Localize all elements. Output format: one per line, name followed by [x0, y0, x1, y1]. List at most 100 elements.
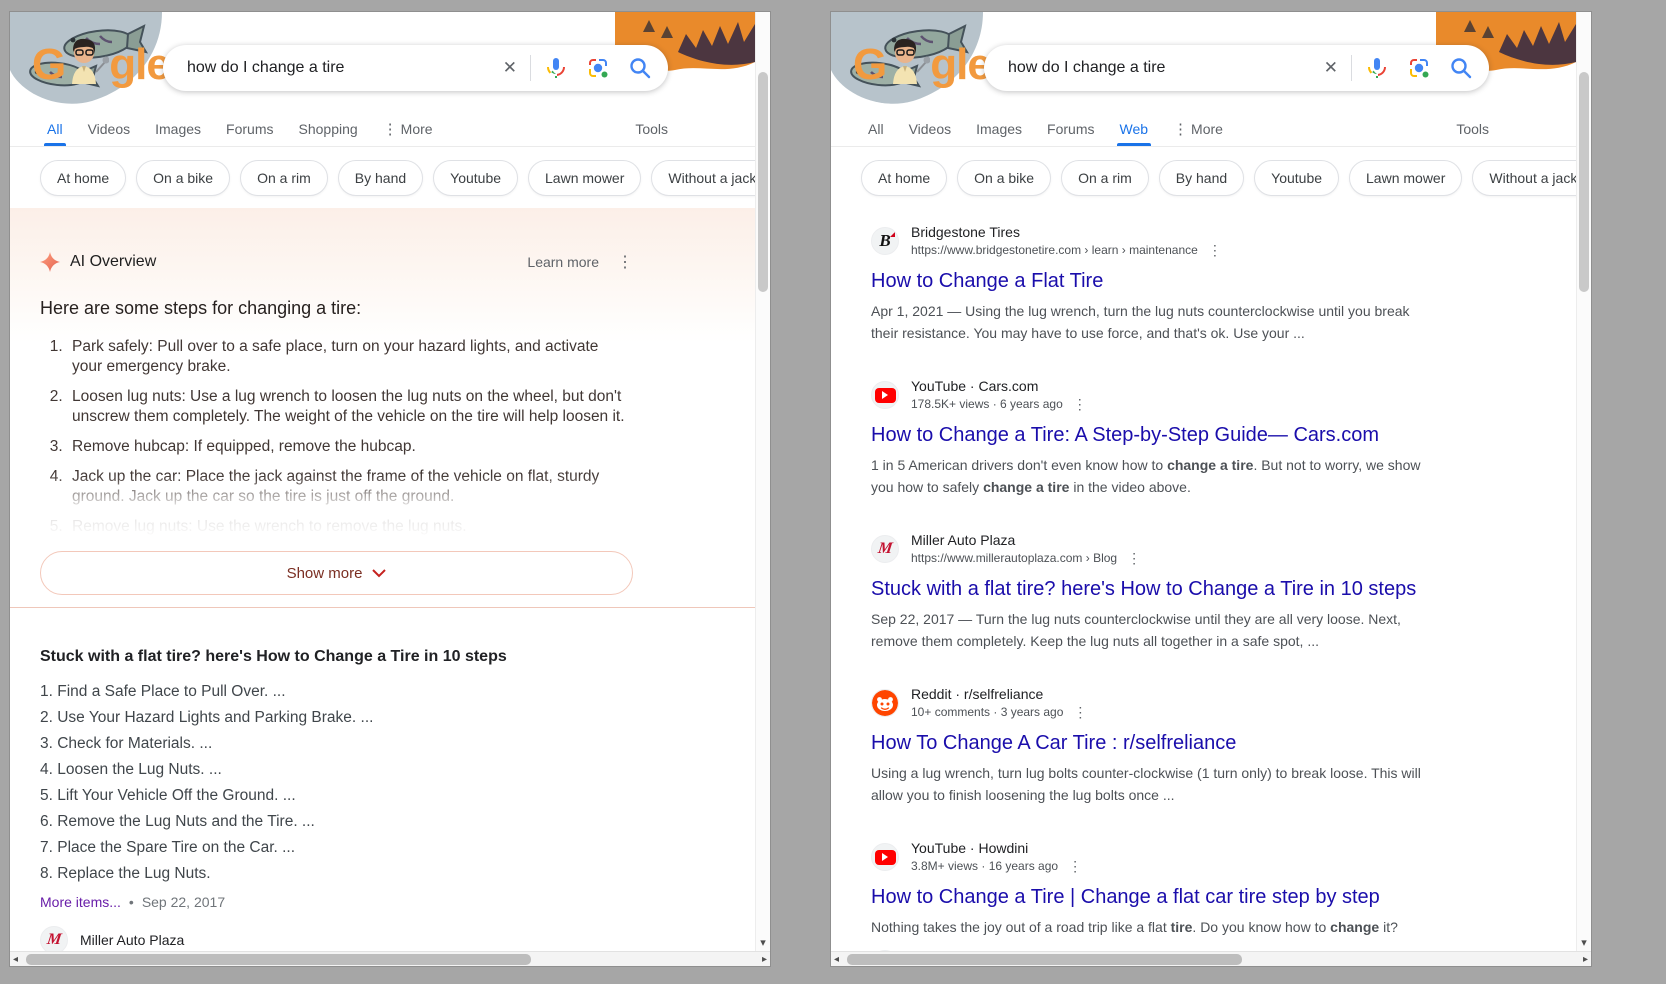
- ai-sparkle-icon: [40, 252, 60, 272]
- result-menu-icon[interactable]: ⋮: [1127, 550, 1141, 566]
- tab-all[interactable]: All: [47, 121, 63, 137]
- article-step: 8. Replace the Lug Nuts.: [40, 861, 755, 887]
- search-result: Reddit · r/selfreliance 10+ comments · 3…: [871, 686, 1576, 806]
- scroll-down-arrow[interactable]: ▾: [1577, 936, 1591, 950]
- result-comments-age: 10+ comments · 3 years ago: [911, 704, 1063, 720]
- tab-forums[interactable]: Forums: [1047, 121, 1094, 137]
- result-menu-icon[interactable]: ⋮: [1208, 242, 1222, 258]
- scroll-left-arrow[interactable]: ◂: [834, 952, 839, 967]
- lens-icon[interactable]: [586, 56, 610, 80]
- result-menu-icon[interactable]: ⋮: [1073, 704, 1087, 720]
- article-date: Sep 22, 2017: [142, 894, 225, 910]
- ai-step: Jack up the car: Place the jack against …: [67, 467, 625, 507]
- result-title-link[interactable]: How to Change a Tire: A Step-by-Step Gui…: [871, 422, 1446, 448]
- show-more-button[interactable]: Show more: [40, 551, 633, 595]
- partial-result-source[interactable]: M Miller Auto Plaza: [40, 926, 755, 951]
- chip-at-home[interactable]: At home: [861, 160, 947, 196]
- tools-button[interactable]: Tools: [1456, 121, 1489, 137]
- scroll-right-arrow[interactable]: ▸: [1583, 952, 1588, 967]
- search-input[interactable]: how do I change a tire: [984, 59, 1311, 77]
- search-icon[interactable]: [1449, 56, 1473, 80]
- result-menu-icon[interactable]: ⋮: [1068, 858, 1082, 874]
- tab-images[interactable]: Images: [976, 121, 1022, 137]
- ai-overview-label: AI Overview: [70, 253, 156, 271]
- vertical-scrollbar[interactable]: ▾: [1576, 12, 1591, 951]
- chip-without-a-jack[interactable]: Without a jack: [651, 160, 755, 196]
- more-items-link[interactable]: More items...: [40, 894, 121, 910]
- tab-all[interactable]: All: [868, 121, 884, 137]
- chip-by-hand[interactable]: By hand: [338, 160, 423, 196]
- vertical-scrollbar[interactable]: ▾: [755, 12, 770, 951]
- search-bar[interactable]: how do I change a tire ✕: [163, 45, 668, 91]
- chip-lawn-mower[interactable]: Lawn mower: [1349, 160, 1462, 196]
- vertical-scrollbar-thumb[interactable]: [1579, 72, 1589, 292]
- tab-videos[interactable]: Videos: [909, 121, 952, 137]
- search-bar[interactable]: how do I change a tire ✕: [984, 45, 1489, 91]
- tab-videos[interactable]: Videos: [88, 121, 131, 137]
- horizontal-scrollbar[interactable]: ◂ ▸: [10, 951, 770, 966]
- result-snippet: Using a lug wrench, turn lug bolts count…: [871, 762, 1429, 806]
- chip-at-home[interactable]: At home: [40, 160, 126, 196]
- result-menu-icon[interactable]: ⋮: [1073, 396, 1087, 412]
- logo-letters-gle: gle: [930, 44, 991, 86]
- result-views-age: 178.5K+ views · 6 years ago: [911, 396, 1063, 412]
- youtube-favicon: [871, 381, 899, 409]
- more-vert-icon: ⋮: [383, 120, 398, 138]
- horizontal-scrollbar-thumb[interactable]: [26, 954, 531, 965]
- search-result: B Bridgestone Tires https://www.bridgest…: [871, 224, 1576, 344]
- article-heading: Stuck with a flat tire? here's How to Ch…: [40, 648, 630, 666]
- filter-chips-row: At home On a bike On a rim By hand Youtu…: [10, 160, 755, 208]
- result-title-link[interactable]: How to Change a Tire | Change a flat car…: [871, 884, 1446, 910]
- search-input[interactable]: how do I change a tire: [163, 59, 490, 77]
- article-step: 3. Check for Materials. ...: [40, 731, 755, 757]
- mic-icon[interactable]: [544, 56, 568, 80]
- more-vert-icon: ⋮: [1173, 120, 1188, 138]
- horizontal-scrollbar[interactable]: ◂ ▸: [831, 951, 1591, 966]
- result-tabs: All Videos Images Forums Web ⋮More Tools: [831, 112, 1489, 146]
- scroll-down-arrow[interactable]: ▾: [756, 936, 770, 950]
- lens-icon[interactable]: [1407, 56, 1431, 80]
- horizontal-scrollbar-thumb[interactable]: [847, 954, 1242, 965]
- tab-images[interactable]: Images: [155, 121, 201, 137]
- tab-forums[interactable]: Forums: [226, 121, 273, 137]
- google-doodle-logo[interactable]: G gle: [853, 36, 991, 86]
- result-title-link[interactable]: How to Change a Flat Tire: [871, 268, 1446, 294]
- ai-step: Remove lug nuts: Use the wrench to remov…: [67, 517, 625, 537]
- result-source: Miller Auto Plaza: [911, 532, 1141, 548]
- article-step: 7. Place the Spare Tire on the Car. ...: [40, 835, 755, 861]
- bullet-separator: •: [129, 894, 134, 910]
- tab-more[interactable]: ⋮More: [1173, 120, 1223, 138]
- chip-on-a-rim[interactable]: On a rim: [1061, 160, 1149, 196]
- chip-on-a-bike[interactable]: On a bike: [957, 160, 1051, 196]
- clear-icon[interactable]: ✕: [490, 58, 530, 78]
- chip-without-a-jack[interactable]: Without a jack: [1472, 160, 1576, 196]
- tabs-divider: [10, 146, 755, 147]
- tab-web[interactable]: Web: [1120, 121, 1149, 137]
- scroll-right-arrow[interactable]: ▸: [762, 952, 767, 967]
- miller-favicon: M: [871, 535, 899, 563]
- ai-overview-heading: Here are some steps for changing a tire:: [40, 298, 630, 319]
- search-icon[interactable]: [628, 56, 652, 80]
- result-title-link[interactable]: Stuck with a flat tire? here's How to Ch…: [871, 576, 1446, 602]
- clear-icon[interactable]: ✕: [1311, 58, 1351, 78]
- vertical-scrollbar-thumb[interactable]: [758, 72, 768, 292]
- ai-overview-menu-icon[interactable]: ⋮: [617, 252, 633, 272]
- chip-on-a-bike[interactable]: On a bike: [136, 160, 230, 196]
- result-source: YouTube · Howdini: [911, 840, 1082, 856]
- tools-button[interactable]: Tools: [635, 121, 668, 137]
- web-results-area: B Bridgestone Tires https://www.bridgest…: [831, 208, 1576, 951]
- chip-by-hand[interactable]: By hand: [1159, 160, 1244, 196]
- google-doodle-logo[interactable]: G gle: [32, 36, 170, 86]
- scroll-left-arrow[interactable]: ◂: [13, 952, 18, 967]
- ai-step: Park safely: Pull over to a safe place, …: [67, 337, 625, 377]
- result-title-link[interactable]: How To Change A Car Tire : r/selfrelianc…: [871, 730, 1446, 756]
- chip-lawn-mower[interactable]: Lawn mower: [528, 160, 641, 196]
- mic-icon[interactable]: [1365, 56, 1389, 80]
- learn-more-link[interactable]: Learn more: [527, 254, 599, 270]
- chip-youtube[interactable]: Youtube: [1254, 160, 1339, 196]
- chip-on-a-rim[interactable]: On a rim: [240, 160, 328, 196]
- tab-more[interactable]: ⋮More: [383, 120, 433, 138]
- doodle-person-icon: [886, 36, 930, 86]
- tab-shopping[interactable]: Shopping: [299, 121, 358, 137]
- chip-youtube[interactable]: Youtube: [433, 160, 518, 196]
